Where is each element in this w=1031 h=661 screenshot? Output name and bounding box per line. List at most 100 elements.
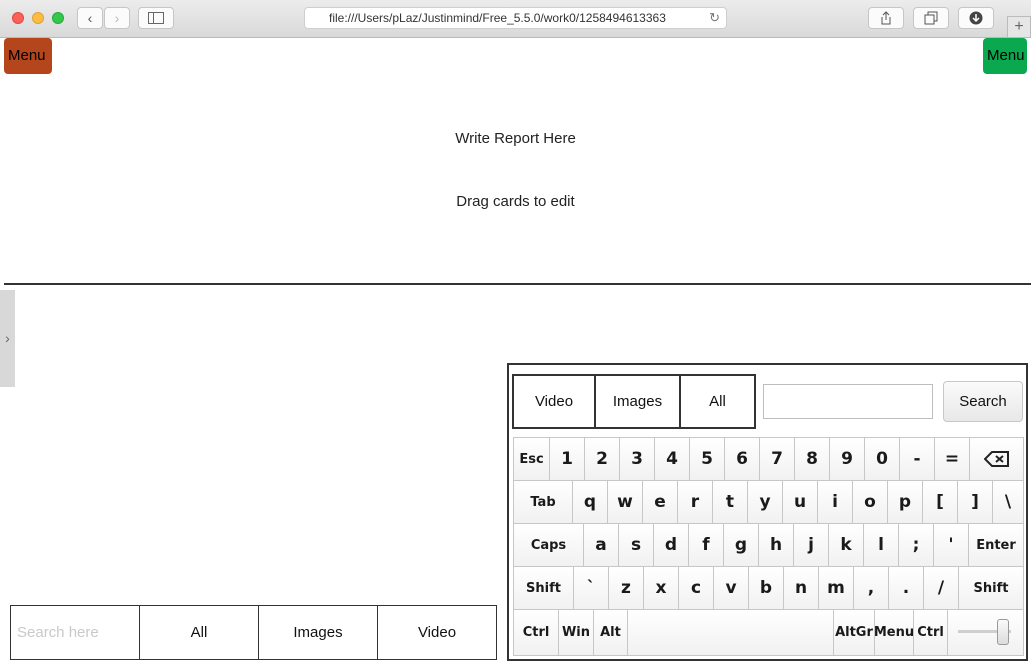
key-u[interactable]: u [782,481,817,523]
key-5[interactable]: 5 [689,438,724,480]
key-y[interactable]: y [747,481,782,523]
key-t[interactable]: t [712,481,747,523]
back-button[interactable]: ‹ [77,7,103,29]
sidebar-toggle-button[interactable] [138,7,174,29]
key-p[interactable]: p [887,481,922,523]
key-enter[interactable]: Enter [968,524,1024,566]
key-l[interactable]: l [863,524,898,566]
card-filter-bar: All Images Video [10,605,497,660]
key-shift-right[interactable]: Shift [958,567,1024,609]
key-g[interactable]: g [723,524,758,566]
keyboard-row-numbers: Esc 1 2 3 4 5 6 7 8 9 0 - = [513,437,1024,480]
key-r[interactable]: r [677,481,712,523]
key-q[interactable]: q [572,481,607,523]
slider-thumb[interactable] [997,619,1009,645]
share-button[interactable] [868,7,904,29]
key-o[interactable]: o [852,481,887,523]
keyboard-panel: Video Images All Search Esc 1 2 3 4 5 6 … [507,363,1028,661]
key-semicolon[interactable]: ; [898,524,933,566]
minimize-window-button[interactable] [32,12,44,24]
tabs-overview-button[interactable] [913,7,949,29]
key-c[interactable]: c [678,567,713,609]
key-minus[interactable]: - [899,438,934,480]
keyboard-size-slider[interactable] [947,610,1024,655]
key-j[interactable]: j [793,524,828,566]
key-2[interactable]: 2 [584,438,619,480]
browser-toolbar: ‹ › file:///Users/pLaz/Justinmind/Free_5… [0,0,1031,38]
media-tab-all[interactable]: All [681,376,754,427]
key-f[interactable]: f [688,524,723,566]
key-0[interactable]: 0 [864,438,899,480]
key-1[interactable]: 1 [549,438,584,480]
keyboard-row-modifiers: Ctrl Win Alt AltGr Menu Ctrl [513,609,1024,656]
key-quote[interactable]: ' [933,524,968,566]
chevron-left-icon: ‹ [87,10,93,26]
key-esc[interactable]: Esc [513,438,549,480]
key-a[interactable]: a [583,524,618,566]
url-text: file:///Users/pLaz/Justinmind/Free_5.5.0… [329,11,666,25]
new-tab-button[interactable]: + [1007,16,1031,38]
key-x[interactable]: x [643,567,678,609]
media-tab-images[interactable]: Images [596,376,681,427]
key-3[interactable]: 3 [619,438,654,480]
key-m[interactable]: m [818,567,853,609]
key-4[interactable]: 4 [654,438,689,480]
key-right-bracket[interactable]: ] [957,481,992,523]
key-v[interactable]: v [713,567,748,609]
key-backtick[interactable]: ` [573,567,608,609]
key-backspace[interactable] [969,438,1024,480]
key-7[interactable]: 7 [759,438,794,480]
key-k[interactable]: k [828,524,863,566]
key-d[interactable]: d [653,524,688,566]
key-win[interactable]: Win [558,610,593,655]
menu-button-right[interactable]: Menu [983,38,1027,74]
report-title[interactable]: Write Report Here [0,130,1031,147]
key-6[interactable]: 6 [724,438,759,480]
key-tab[interactable]: Tab [513,481,572,523]
key-z[interactable]: z [608,567,643,609]
key-ctrl-left[interactable]: Ctrl [513,610,558,655]
key-comma[interactable]: , [853,567,888,609]
key-i[interactable]: i [817,481,852,523]
chevron-right-icon: › [114,10,120,26]
filter-tab-images[interactable]: Images [259,606,378,659]
filter-tab-all[interactable]: All [140,606,259,659]
key-period[interactable]: . [888,567,923,609]
key-8[interactable]: 8 [794,438,829,480]
side-panel-handle[interactable]: › [0,290,15,387]
close-window-button[interactable] [12,12,24,24]
key-equals[interactable]: = [934,438,969,480]
media-tab-video[interactable]: Video [514,376,596,427]
share-icon [881,11,891,25]
forward-button[interactable]: › [104,7,130,29]
key-shift-left[interactable]: Shift [513,567,573,609]
key-w[interactable]: w [607,481,642,523]
filter-tab-video[interactable]: Video [378,606,496,659]
key-9[interactable]: 9 [829,438,864,480]
key-alt[interactable]: Alt [593,610,627,655]
download-icon [969,11,983,25]
zoom-window-button[interactable] [52,12,64,24]
address-bar[interactable]: file:///Users/pLaz/Justinmind/Free_5.5.0… [304,7,727,29]
search-button[interactable]: Search [943,381,1023,422]
media-search-input[interactable] [763,384,933,419]
keyboard-row-top: Tab q w e r t y u i o p [ ] \ [513,480,1024,523]
key-backslash[interactable]: \ [992,481,1024,523]
chevron-right-icon: › [5,330,10,346]
key-space[interactable] [627,610,833,655]
key-e[interactable]: e [642,481,677,523]
key-menu[interactable]: Menu [874,610,914,655]
key-h[interactable]: h [758,524,793,566]
key-n[interactable]: n [783,567,818,609]
key-s[interactable]: s [618,524,653,566]
card-search-input[interactable] [11,606,140,659]
reload-icon[interactable]: ↻ [709,8,720,28]
key-left-bracket[interactable]: [ [922,481,957,523]
key-altgr[interactable]: AltGr [833,610,874,655]
downloads-button[interactable] [958,7,994,29]
menu-button-left[interactable]: Menu [4,38,52,74]
key-ctrl-right[interactable]: Ctrl [913,610,947,655]
key-caps[interactable]: Caps [513,524,583,566]
key-slash[interactable]: / [923,567,958,609]
key-b[interactable]: b [748,567,783,609]
